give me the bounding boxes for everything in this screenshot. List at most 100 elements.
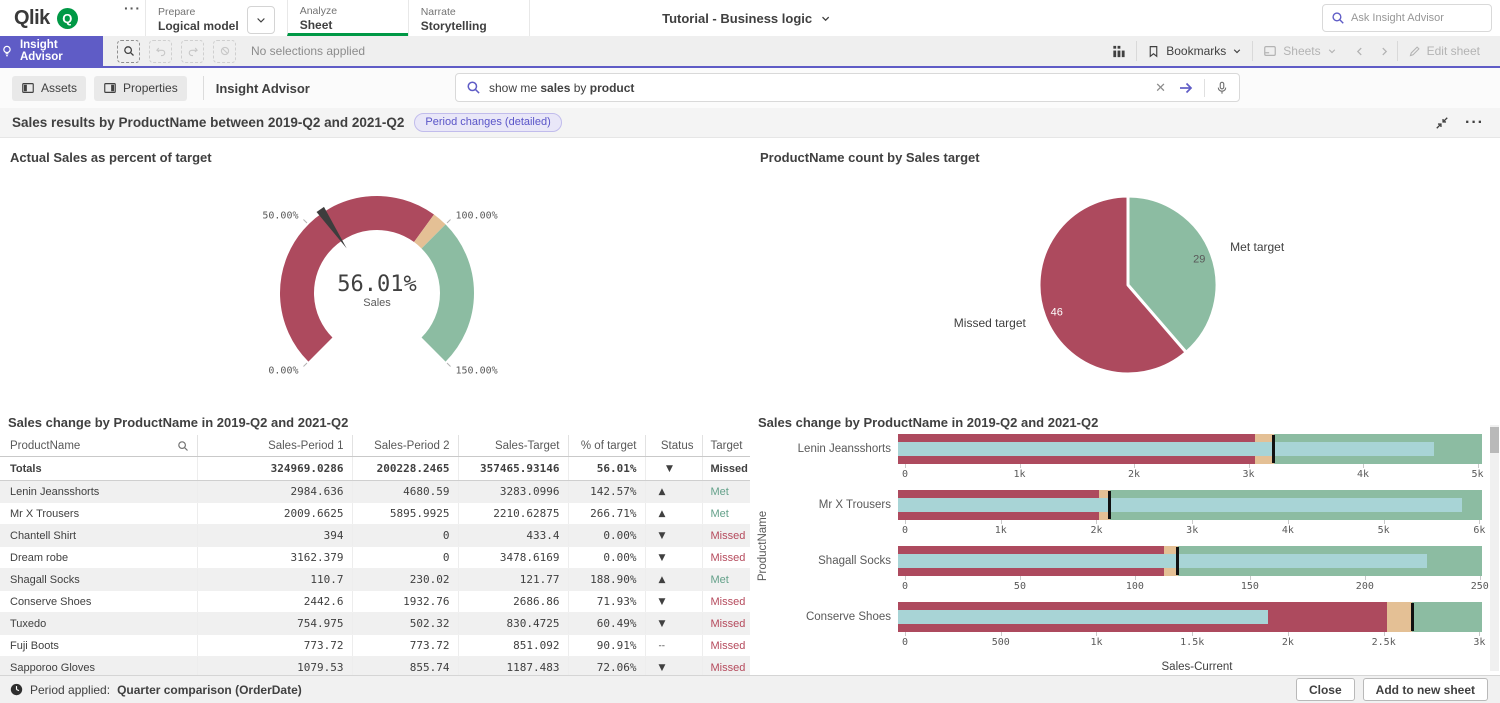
product-name-cell[interactable]: Tuxedo [0,613,197,635]
value-cell: ▼ [645,613,702,635]
table-row[interactable]: Chantell Shirt3940433.40.00%▼Missed [0,525,750,547]
table-row[interactable]: Tuxedo754.975502.32830.472560.49%▼Missed [0,613,750,635]
column-header[interactable]: Target [702,435,750,457]
bullet-bar[interactable] [898,434,1482,464]
axis-tick [1479,632,1480,636]
axis-tick [1249,464,1250,468]
previous-sheet-button[interactable] [1347,46,1372,57]
global-menu-button[interactable]: ··· [120,0,145,36]
more-options-button[interactable]: ··· [1465,114,1484,132]
scrollbar-track[interactable] [1490,425,1499,671]
collapse-icon[interactable] [1435,116,1449,130]
insight-search-input[interactable]: show me sales by product ✕ [455,73,1240,102]
smart-search-button[interactable] [117,40,140,63]
axis-tick [1135,576,1136,580]
grid-icon [1111,44,1126,59]
search-icon[interactable] [177,440,189,452]
product-name-cell[interactable]: Lenin Jeansshorts [0,481,197,503]
bullet-title: Sales change by ProductName in 2019-Q2 a… [758,415,1098,430]
undo-selection-button[interactable] [149,40,172,63]
value-cell: ▼ [645,591,702,613]
pie-slice-value: 29 [1193,254,1205,266]
axis-tick [1363,464,1364,468]
add-to-new-sheet-button[interactable]: Add to new sheet [1363,678,1488,701]
submit-query-icon[interactable] [1178,80,1194,96]
value-cell: 110.7 [197,569,352,591]
close-button[interactable]: Close [1296,678,1355,701]
edit-sheet-button[interactable]: Edit sheet [1398,44,1490,58]
axis-tick-label: 50 [1014,581,1026,592]
tab-analyze[interactable]: Analyze Sheet [287,0,408,36]
app-objects-button[interactable] [1101,44,1136,59]
sales-table[interactable]: ProductNameSales-Period 1Sales-Period 2S… [0,435,750,675]
value-cell: 1932.76 [352,591,458,613]
product-name-cell[interactable]: Chantell Shirt [0,525,197,547]
value-cell: 5895.9925 [352,503,458,525]
table-row[interactable]: Shagall Socks110.7230.02121.77188.90%▲Me… [0,569,750,591]
column-header[interactable]: % of target [568,435,645,457]
gauge-tick-label: 0.00% [268,365,298,376]
bullet-measure-bar[interactable] [898,610,1268,624]
sheets-button[interactable]: Sheets [1253,44,1346,58]
product-name-cell[interactable]: Mr X Trousers [0,503,197,525]
bookmarks-button[interactable]: Bookmarks [1137,44,1252,58]
axis-tick-label: 0 [902,581,908,592]
next-sheet-button[interactable] [1372,46,1397,57]
table-row[interactable]: Conserve Shoes2442.61932.762686.8671.93%… [0,591,750,613]
product-name-cell[interactable]: Totals [0,457,197,481]
value-cell: 773.72 [352,635,458,657]
table-row[interactable]: Sapporoo Gloves1079.53855.741187.48372.0… [0,657,750,676]
bullet-group: Conserve Shoes05001k1.5k2k2.5k3k [750,602,1500,658]
microphone-icon[interactable] [1215,81,1229,95]
tab-prepare[interactable]: Prepare Logical model [145,0,287,36]
period-applied-value: Quarter comparison (OrderDate) [117,683,302,697]
insight-advisor-button[interactable]: Insight Advisor [0,36,103,66]
search-icon [123,45,135,57]
table-row[interactable]: Dream robe3162.37903478.61690.00%▼Missed [0,547,750,569]
column-header[interactable]: Sales-Period 2 [352,435,458,457]
prepare-dropdown-button[interactable] [247,6,275,34]
bullet-bar[interactable] [898,602,1482,632]
ask-insight-advisor-input[interactable]: Ask Insight Advisor [1322,4,1492,32]
pie-chart[interactable]: 29Met target46Missed target [750,138,1500,413]
bullet-measure-bar[interactable] [898,498,1462,512]
clear-query-button[interactable]: ✕ [1151,80,1170,96]
redo-selection-button[interactable] [181,40,204,63]
bullet-measure-bar[interactable] [898,554,1427,568]
properties-button[interactable]: Properties [94,76,187,101]
column-header[interactable]: Status [645,435,702,457]
qlik-logo[interactable]: Qlik Q [0,0,120,36]
bullet-measure-bar[interactable] [898,442,1434,456]
bullet-chart[interactable]: Lenin Jeansshorts01k2k3k4k5kMr X Trouser… [750,434,1500,675]
table-row[interactable]: Mr X Trousers2009.66255895.99252210.6287… [0,503,750,525]
chevron-down-icon [255,14,267,26]
clear-selections-button[interactable] [213,40,236,63]
app-title[interactable]: Tutorial - Business logic [662,0,831,36]
column-header[interactable]: Sales-Target [458,435,568,457]
chevron-down-icon [1232,46,1242,56]
scrollbar-thumb[interactable] [1490,427,1499,453]
value-cell: 394 [197,525,352,547]
assets-button[interactable]: Assets [12,76,86,101]
axis-tick-label: 1k [1013,469,1025,480]
column-header[interactable]: ProductName [0,435,197,457]
product-name-cell[interactable]: Fuji Boots [0,635,197,657]
bullet-target-tick [1108,491,1111,519]
gauge-chart[interactable]: 0.00%50.00%100.00%150.00%56.01%Sales [0,138,750,413]
product-name-cell[interactable]: Dream robe [0,547,197,569]
top-bar: Qlik Q ··· Prepare Logical model Analyze… [0,0,1500,36]
axis-tick [1478,464,1479,468]
bullet-bar[interactable] [898,546,1482,576]
product-name-cell[interactable]: Conserve Shoes [0,591,197,613]
tab-narrate[interactable]: Narrate Storytelling [408,0,530,36]
tab-analyze-label: Sheet [300,18,337,32]
table-title: Sales change by ProductName in 2019-Q2 a… [8,415,348,430]
product-name-cell[interactable]: Sapporoo Gloves [0,657,197,676]
product-name-cell[interactable]: Shagall Socks [0,569,197,591]
bullet-bar[interactable] [898,490,1482,520]
table-row[interactable]: Lenin Jeansshorts2984.6364680.593283.099… [0,481,750,503]
table-row[interactable]: Fuji Boots773.72773.72851.09290.91%--Mis… [0,635,750,657]
period-applied-label: Period applied: [30,683,110,697]
table-row[interactable]: Totals324969.0286200228.2465357465.93146… [0,457,750,481]
column-header[interactable]: Sales-Period 1 [197,435,352,457]
